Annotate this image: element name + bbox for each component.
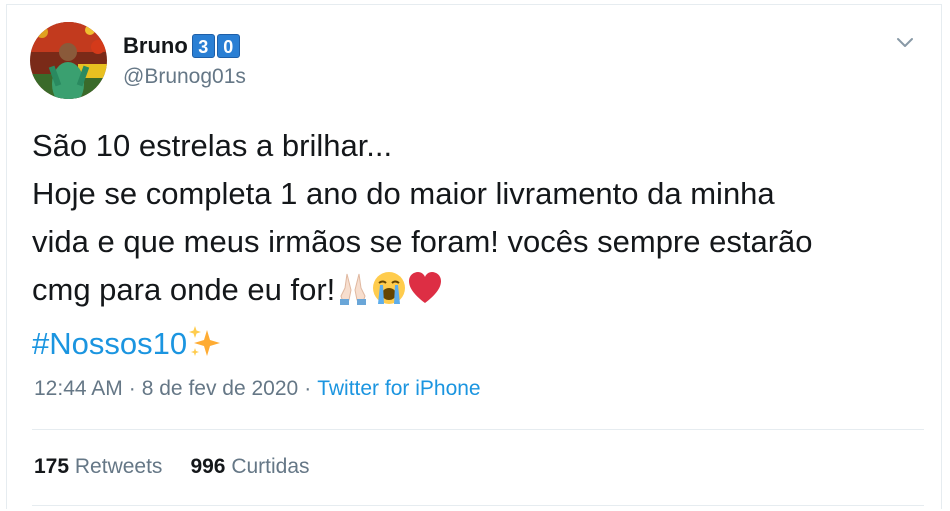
sparkles-emoji-icon	[187, 324, 223, 374]
divider	[32, 429, 924, 430]
tweet-line: vida e que meus irmãos se foram! vocês s…	[32, 224, 813, 259]
profile-photo-icon	[30, 22, 107, 99]
hashtag-line: #Nossos10	[32, 320, 932, 374]
tweet-line: São 10 estrelas a brilhar...	[32, 128, 393, 163]
user-name-row[interactable]: Bruno 3 0	[123, 31, 240, 61]
likes-label: Curtidas	[231, 455, 310, 478]
avatar[interactable]	[30, 22, 107, 99]
retweets-stat[interactable]: 175 Retweets	[34, 455, 162, 479]
hashtag-link[interactable]: #Nossos10	[32, 326, 187, 361]
tweet-stats: 175 Retweets 996 Curtidas	[34, 455, 338, 479]
tweet-line: Hoje se completa 1 ano do maior livramen…	[32, 176, 775, 211]
user-handle[interactable]: @Brunog01s	[123, 65, 246, 89]
tweet-date[interactable]: 8 de fev de 2020	[142, 377, 298, 401]
retweets-count: 175	[34, 455, 70, 478]
loudly-crying-face-emoji-icon	[371, 270, 407, 320]
keycap-digit-icon: 0	[216, 34, 240, 58]
keycap-digit-icon: 3	[191, 34, 215, 58]
divider	[32, 505, 924, 506]
meta-separator: ·	[304, 377, 312, 400]
tweet-source-link[interactable]: Twitter for iPhone	[317, 377, 480, 401]
tweet-time[interactable]: 12:44 AM	[34, 377, 123, 401]
likes-count: 996	[190, 455, 226, 478]
chevron-down-icon[interactable]	[895, 35, 915, 51]
likes-stat[interactable]: 996 Curtidas	[190, 455, 309, 479]
retweets-label: Retweets	[74, 455, 163, 478]
folded-hands-emoji-icon	[335, 270, 371, 320]
tweet-text: São 10 estrelas a brilhar... Hoje se com…	[32, 122, 932, 374]
tweet-line: cmg para onde eu for!	[32, 272, 336, 307]
red-heart-emoji-icon	[407, 270, 443, 320]
tweet-card: Bruno 3 0 @Brunog01s São 10 estrelas a b…	[6, 4, 942, 509]
display-name[interactable]: Bruno	[123, 33, 188, 59]
tweet-meta: 12:44 AM · 8 de fev de 2020 · Twitter fo…	[34, 377, 481, 401]
tweet-line-with-emojis: cmg para onde eu for!	[32, 266, 932, 320]
meta-separator: ·	[128, 377, 136, 400]
